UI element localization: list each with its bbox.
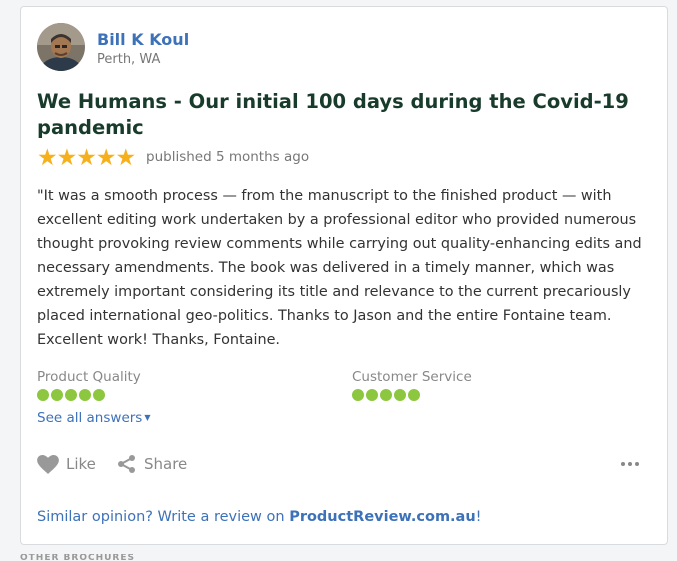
see-all-answers-label: See all answers (37, 410, 143, 426)
more-dots-icon[interactable] (621, 457, 641, 471)
customer-service-rating (352, 389, 420, 401)
rating-dot (394, 389, 406, 401)
rating-dot (37, 389, 49, 401)
like-label: Like (66, 455, 96, 473)
share-button[interactable]: Share (117, 454, 187, 474)
see-all-answers-link[interactable]: See all answers ▼ (37, 410, 151, 426)
author-name[interactable]: Bill K Koul (97, 30, 189, 49)
rating-dot (366, 389, 378, 401)
write-review-prompt: Similar opinion? Write a review on Produ… (37, 509, 482, 525)
published-time: published 5 months ago (146, 149, 310, 165)
like-button[interactable]: Like (37, 454, 96, 474)
productreview-link[interactable]: ProductReview.com.au (289, 509, 475, 525)
review-title: We Humans - Our initial 100 days during … (37, 90, 629, 139)
rating-dot (51, 389, 63, 401)
rating-dot (65, 389, 77, 401)
cta-prefix: Similar opinion? Write a review on (37, 509, 290, 525)
rating-dot (408, 389, 420, 401)
cta-suffix: ! (475, 509, 482, 525)
rating-dot (380, 389, 392, 401)
customer-service-label: Customer Service (352, 369, 472, 385)
product-quality-rating (37, 389, 105, 401)
heart-icon (37, 454, 59, 474)
rating-dot (79, 389, 91, 401)
product-quality-label: Product Quality (37, 369, 141, 385)
avatar[interactable] (37, 23, 85, 71)
review-body: "It was a smooth process — from the manu… (37, 188, 642, 348)
review-card: Bill K Koul Perth, WA We Humans - Our in… (20, 6, 668, 545)
share-label: Share (144, 455, 188, 473)
rating-dot (93, 389, 105, 401)
caret-down-icon: ▼ (144, 413, 151, 422)
other-brochures-heading: OTHER BROCHURES (20, 554, 135, 561)
rating-dot (352, 389, 364, 401)
author-location: Perth, WA (97, 52, 161, 67)
share-icon (118, 455, 135, 473)
star-rating: ★★★★★ (37, 145, 136, 171)
